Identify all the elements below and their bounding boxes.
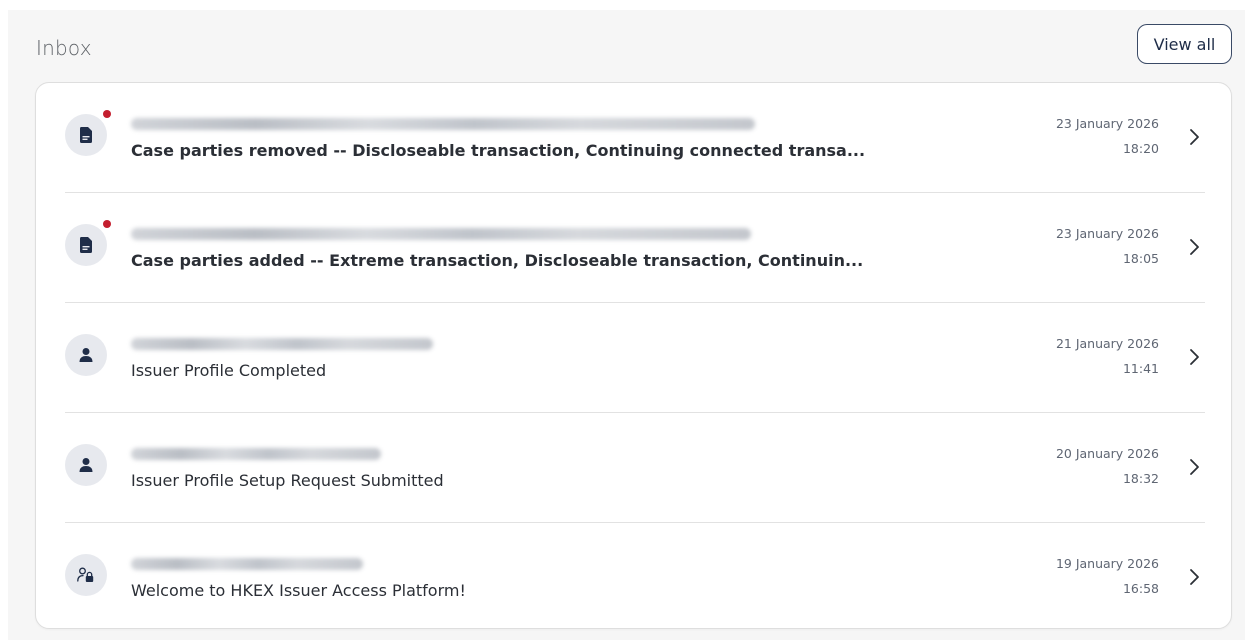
message-avatar	[65, 114, 107, 156]
message-date: 19 January 2026	[1055, 556, 1159, 571]
user-lock-icon	[77, 567, 94, 582]
message-date: 23 January 2026	[1055, 116, 1159, 131]
view-all-button[interactable]: View all	[1137, 24, 1232, 64]
person-icon	[79, 348, 93, 362]
message-time: 11:41	[1122, 361, 1159, 376]
message-subject: Case parties added -- Extreme transactio…	[131, 251, 864, 270]
message-avatar	[65, 554, 107, 596]
message-row[interactable]: Issuer Profile Setup Request Submitted 2…	[65, 413, 1205, 523]
message-avatar	[65, 444, 107, 486]
sender-redacted	[131, 558, 363, 570]
message-date: 23 January 2026	[1055, 226, 1159, 241]
message-time: 16:58	[1122, 581, 1159, 596]
inbox-title: Inbox	[36, 36, 92, 60]
person-icon	[79, 458, 93, 472]
message-list: Case parties removed -- Discloseable tra…	[35, 82, 1232, 629]
chevron-right-icon	[1190, 349, 1199, 365]
message-time: 18:32	[1122, 471, 1159, 486]
sender-redacted	[131, 448, 381, 460]
message-subject: Issuer Profile Setup Request Submitted	[131, 471, 444, 490]
message-time: 18:20	[1122, 141, 1159, 156]
document-icon	[79, 237, 92, 253]
chevron-right-icon	[1190, 129, 1199, 145]
message-time: 18:05	[1122, 251, 1159, 266]
unread-dot	[103, 110, 111, 118]
message-avatar	[65, 224, 107, 266]
chevron-right-icon	[1190, 459, 1199, 475]
message-date: 20 January 2026	[1055, 446, 1159, 461]
message-row[interactable]: Issuer Profile Completed 21 January 2026…	[65, 303, 1205, 413]
message-avatar	[65, 334, 107, 376]
message-row[interactable]: Welcome to HKEX Issuer Access Platform! …	[65, 523, 1205, 632]
message-row[interactable]: Case parties removed -- Discloseable tra…	[65, 83, 1205, 193]
chevron-right-icon	[1190, 569, 1199, 585]
message-subject: Issuer Profile Completed	[131, 361, 327, 380]
inbox-panel: Inbox View all Case parties removed -- D…	[8, 10, 1245, 640]
sender-redacted	[131, 228, 751, 240]
message-subject: Case parties removed -- Discloseable tra…	[131, 141, 866, 160]
message-date: 21 January 2026	[1055, 336, 1159, 351]
document-icon	[79, 127, 92, 143]
chevron-right-icon	[1190, 239, 1199, 255]
sender-redacted	[131, 338, 433, 350]
message-row[interactable]: Case parties added -- Extreme transactio…	[65, 193, 1205, 303]
sender-redacted	[131, 118, 755, 130]
message-subject: Welcome to HKEX Issuer Access Platform!	[131, 581, 466, 600]
unread-dot	[103, 220, 111, 228]
